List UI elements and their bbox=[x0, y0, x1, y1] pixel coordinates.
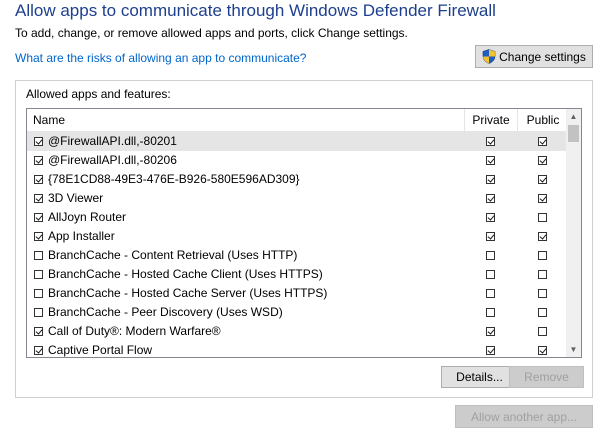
scrollbar-thumb[interactable] bbox=[568, 125, 579, 142]
private-checkbox[interactable] bbox=[486, 213, 495, 222]
page-subtitle: To add, change, or remove allowed apps a… bbox=[15, 26, 408, 40]
enable-checkbox[interactable] bbox=[34, 346, 43, 355]
private-checkbox[interactable] bbox=[486, 346, 495, 355]
public-checkbox[interactable] bbox=[538, 213, 547, 222]
page-title: Allow apps to communicate through Window… bbox=[15, 1, 496, 20]
public-checkbox[interactable] bbox=[538, 175, 547, 184]
list-rows: @FirewallAPI.dll,-80201 @FirewallAPI.dll,… bbox=[27, 132, 568, 357]
table-row[interactable]: BranchCache - Content Retrieval (Uses HT… bbox=[27, 246, 568, 265]
app-name: Captive Portal Flow bbox=[48, 343, 153, 357]
table-row[interactable]: BranchCache - Hosted Cache Server (Uses … bbox=[27, 284, 568, 303]
private-checkbox[interactable] bbox=[486, 289, 495, 298]
app-name: BranchCache - Hosted Cache Client (Uses … bbox=[48, 267, 323, 281]
enable-checkbox[interactable] bbox=[34, 232, 43, 241]
enable-checkbox[interactable] bbox=[34, 251, 43, 260]
private-checkbox[interactable] bbox=[486, 270, 495, 279]
public-checkbox[interactable] bbox=[538, 270, 547, 279]
table-row[interactable]: 3D Viewer bbox=[27, 189, 568, 208]
app-name: @FirewallAPI.dll,-80206 bbox=[48, 153, 177, 167]
list-header: Name Private Public bbox=[27, 109, 568, 132]
enable-checkbox[interactable] bbox=[34, 175, 43, 184]
table-row[interactable]: AllJoyn Router bbox=[27, 208, 568, 227]
allowed-apps-group: Allowed apps and features: Name Private … bbox=[15, 80, 593, 398]
app-name: {78E1CD88-49E3-476E-B926-580E596AD309} bbox=[48, 172, 300, 186]
table-row[interactable]: BranchCache - Peer Discovery (Uses WSD) bbox=[27, 303, 568, 322]
allowed-apps-label: Allowed apps and features: bbox=[26, 87, 171, 101]
private-checkbox[interactable] bbox=[486, 137, 495, 146]
change-settings-button[interactable]: Change settings bbox=[475, 45, 593, 68]
app-name: Call of Duty®: Modern Warfare® bbox=[48, 324, 221, 338]
risks-link[interactable]: What are the risks of allowing an app to… bbox=[15, 51, 306, 65]
enable-checkbox[interactable] bbox=[34, 156, 43, 165]
column-header-name[interactable]: Name bbox=[33, 109, 65, 131]
enable-checkbox[interactable] bbox=[34, 213, 43, 222]
public-checkbox[interactable] bbox=[538, 308, 547, 317]
private-checkbox[interactable] bbox=[486, 194, 495, 203]
app-name: AllJoyn Router bbox=[48, 210, 127, 224]
enable-checkbox[interactable] bbox=[34, 327, 43, 336]
enable-checkbox[interactable] bbox=[34, 194, 43, 203]
private-checkbox[interactable] bbox=[486, 232, 495, 241]
public-checkbox[interactable] bbox=[538, 346, 547, 355]
public-checkbox[interactable] bbox=[538, 156, 547, 165]
app-name: App Installer bbox=[48, 229, 115, 243]
uac-shield-icon bbox=[482, 49, 496, 64]
app-name: BranchCache - Hosted Cache Server (Uses … bbox=[48, 286, 328, 300]
allow-another-app-button[interactable]: Allow another app... bbox=[455, 405, 593, 428]
table-row[interactable]: {78E1CD88-49E3-476E-B926-580E596AD309} bbox=[27, 170, 568, 189]
app-name: @FirewallAPI.dll,-80201 bbox=[48, 134, 177, 148]
table-row[interactable]: @FirewallAPI.dll,-80201 bbox=[27, 132, 568, 151]
change-settings-label: Change settings bbox=[499, 49, 586, 64]
allowed-apps-list[interactable]: Name Private Public @FirewallAPI.dll,-80… bbox=[26, 108, 582, 358]
public-checkbox[interactable] bbox=[538, 289, 547, 298]
private-checkbox[interactable] bbox=[486, 175, 495, 184]
enable-checkbox[interactable] bbox=[34, 270, 43, 279]
column-header-private[interactable]: Private bbox=[465, 109, 517, 131]
details-button[interactable]: Details... bbox=[441, 366, 518, 388]
public-checkbox[interactable] bbox=[538, 251, 547, 260]
private-checkbox[interactable] bbox=[486, 156, 495, 165]
table-row[interactable]: Call of Duty®: Modern Warfare® bbox=[27, 322, 568, 341]
enable-checkbox[interactable] bbox=[34, 289, 43, 298]
private-checkbox[interactable] bbox=[486, 251, 495, 260]
vertical-scrollbar[interactable]: ▲ ▼ bbox=[566, 109, 581, 357]
remove-button[interactable]: Remove bbox=[509, 366, 584, 388]
scroll-up-arrow-icon[interactable]: ▲ bbox=[566, 109, 581, 124]
table-row[interactable]: BranchCache - Hosted Cache Client (Uses … bbox=[27, 265, 568, 284]
public-checkbox[interactable] bbox=[538, 327, 547, 336]
app-name: 3D Viewer bbox=[48, 191, 104, 205]
public-checkbox[interactable] bbox=[538, 232, 547, 241]
table-row[interactable]: Captive Portal Flow bbox=[27, 341, 568, 357]
table-row[interactable]: App Installer bbox=[27, 227, 568, 246]
column-header-public[interactable]: Public bbox=[517, 109, 569, 131]
app-name: BranchCache - Peer Discovery (Uses WSD) bbox=[48, 305, 283, 319]
public-checkbox[interactable] bbox=[538, 137, 547, 146]
scroll-down-arrow-icon[interactable]: ▼ bbox=[566, 342, 581, 357]
public-checkbox[interactable] bbox=[538, 194, 547, 203]
table-row[interactable]: @FirewallAPI.dll,-80206 bbox=[27, 151, 568, 170]
enable-checkbox[interactable] bbox=[34, 308, 43, 317]
private-checkbox[interactable] bbox=[486, 327, 495, 336]
private-checkbox[interactable] bbox=[486, 308, 495, 317]
enable-checkbox[interactable] bbox=[34, 137, 43, 146]
app-name: BranchCache - Content Retrieval (Uses HT… bbox=[48, 248, 298, 262]
